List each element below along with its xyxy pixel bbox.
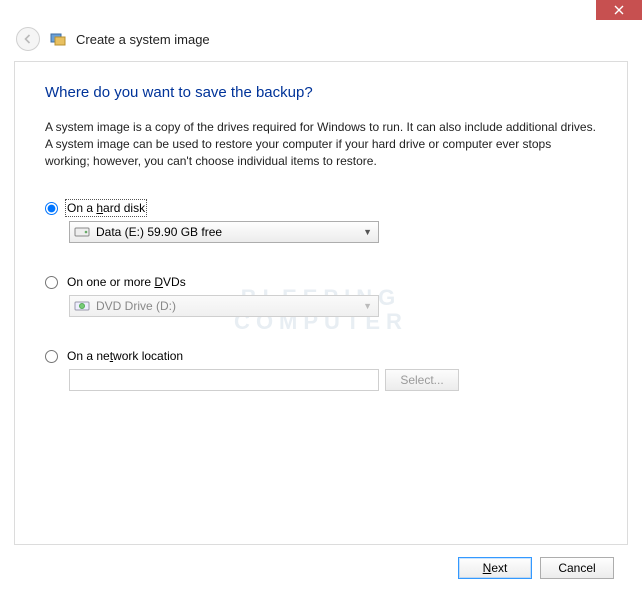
chevron-down-icon: ▼	[363, 301, 372, 311]
header-row: Create a system image	[0, 27, 642, 61]
radio-network-label[interactable]: On a network location	[67, 349, 183, 363]
close-icon	[614, 5, 624, 15]
close-button[interactable]	[596, 0, 642, 20]
drive-icon	[74, 224, 90, 240]
window-title: Create a system image	[76, 32, 210, 47]
hard-disk-combo[interactable]: Data (E:) 59.90 GB free ▼	[69, 221, 379, 243]
network-path-input	[69, 369, 379, 391]
dvd-drive-icon	[74, 298, 90, 314]
option-dvds: On one or more DVDs DVD Drive (D:) ▼	[45, 275, 597, 317]
wizard-description: A system image is a copy of the drives r…	[45, 119, 597, 169]
select-network-button: Select...	[385, 369, 459, 391]
radio-network[interactable]	[45, 350, 58, 363]
chevron-down-icon: ▼	[363, 227, 372, 237]
footer: Next Cancel	[0, 545, 642, 579]
radio-hard-disk[interactable]	[45, 202, 58, 215]
dvd-combo-value: DVD Drive (D:)	[96, 299, 176, 313]
system-image-icon	[50, 31, 66, 47]
wizard-heading: Where do you want to save the backup?	[45, 84, 597, 101]
titlebar	[0, 0, 642, 27]
dvd-combo: DVD Drive (D:) ▼	[69, 295, 379, 317]
next-button[interactable]: Next	[458, 557, 532, 579]
option-network: On a network location Select...	[45, 349, 597, 391]
radio-dvds-label[interactable]: On one or more DVDs	[67, 275, 186, 289]
wizard-content: BLEEPING COMPUTER Where do you want to s…	[14, 61, 628, 545]
radio-hard-disk-label[interactable]: On a hard disk	[67, 201, 145, 215]
radio-dvds[interactable]	[45, 276, 58, 289]
hard-disk-combo-value: Data (E:) 59.90 GB free	[96, 225, 222, 239]
back-arrow-icon	[21, 32, 35, 46]
option-hard-disk: On a hard disk Data (E:) 59.90 GB free ▼	[45, 201, 597, 243]
back-button[interactable]	[16, 27, 40, 51]
cancel-button[interactable]: Cancel	[540, 557, 614, 579]
